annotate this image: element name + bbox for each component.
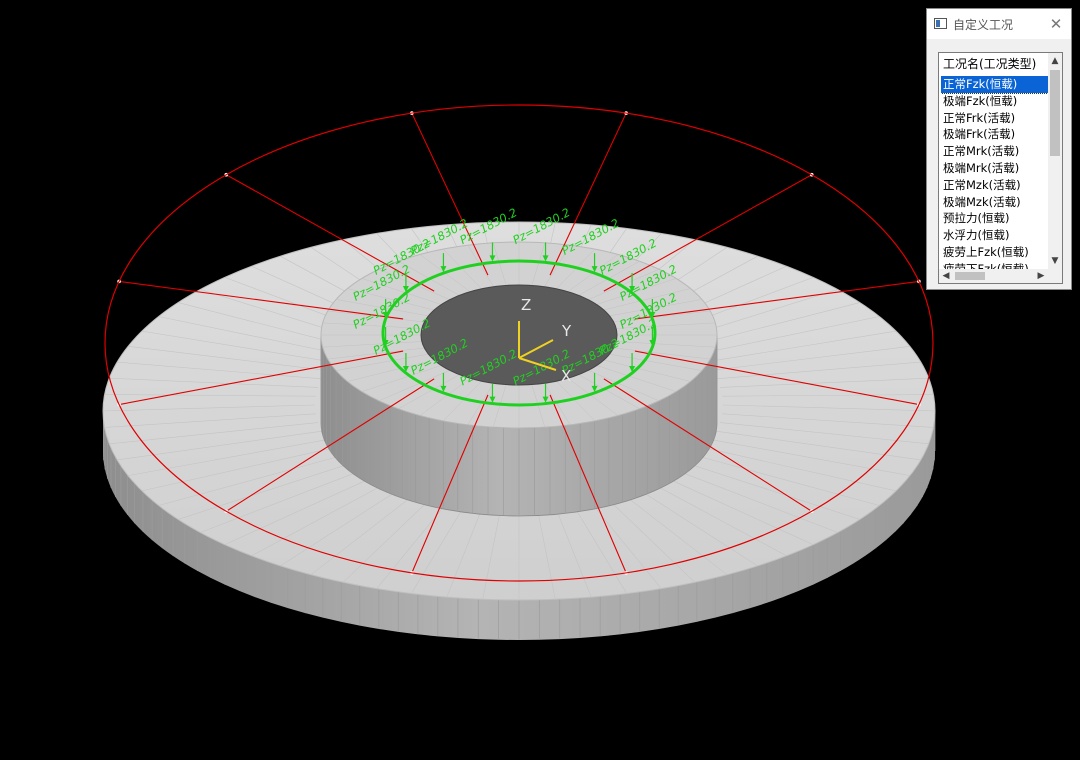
list-item[interactable]: 极端Mzk(活载): [941, 194, 1048, 211]
custom-load-case-dialog: 自定义工况 ✕ 工况名(工况类型) 正常Fzk(恒载) 极端Fzk(恒载) 正常Fr…: [926, 8, 1072, 290]
list-item[interactable]: 正常Frk(活载): [941, 110, 1048, 127]
arrow-left-icon[interactable]: ◀: [939, 269, 953, 283]
dialog-title-bar[interactable]: 自定义工况 ✕: [927, 9, 1071, 39]
list-item[interactable]: 正常Fzk(恒载): [941, 76, 1048, 94]
list-item[interactable]: 疲劳上Fzk(恒载): [941, 244, 1048, 261]
axis-z-label: Z: [521, 296, 531, 314]
arrow-down-icon[interactable]: ▼: [1048, 253, 1062, 269]
list-item[interactable]: 正常Mzk(活载): [941, 177, 1048, 194]
list-item[interactable]: 极端Mrk(活载): [941, 160, 1048, 177]
scrollbar-corner: [1048, 269, 1062, 283]
list-column-header[interactable]: 工况名(工况类型): [939, 53, 1048, 75]
axis-y-label: Y: [561, 322, 572, 340]
foundation-model-canvas[interactable]: Pz=1830.2Pz=1830.2Pz=1830.2Pz=1830.2Pz=1…: [0, 0, 1080, 760]
arrow-up-icon[interactable]: ▲: [1048, 53, 1062, 69]
dialog-title: 自定义工况: [953, 18, 1014, 32]
vertical-scroll-thumb[interactable]: [1050, 70, 1060, 156]
horizontal-scrollbar[interactable]: ◀ ▶: [939, 269, 1048, 283]
window-icon: [934, 18, 947, 29]
horizontal-scroll-thumb[interactable]: [955, 272, 985, 280]
vertical-scrollbar[interactable]: ▲ ▼: [1048, 53, 1062, 269]
arrow-right-icon[interactable]: ▶: [1034, 269, 1048, 283]
list-items-container: 正常Fzk(恒载) 极端Fzk(恒载) 正常Frk(活载) 极端Frk(活载) 正常Mr…: [941, 76, 1048, 271]
3d-viewport[interactable]: Pz=1830.2 Pz=1830.2 Pz=1830.2 Pz=1830.2 Pz=1…: [0, 0, 1080, 760]
list-item[interactable]: 极端Frk(活载): [941, 126, 1048, 143]
list-item[interactable]: 水浮力(恒载): [941, 227, 1048, 244]
list-item[interactable]: 极端Fzk(恒载): [941, 93, 1048, 110]
list-item[interactable]: 正常Mrk(活载): [941, 143, 1048, 160]
close-icon[interactable]: ✕: [1045, 13, 1067, 35]
list-item[interactable]: 预拉力(恒载): [941, 210, 1048, 227]
axis-x-label: X: [561, 367, 571, 385]
load-case-list[interactable]: 工况名(工况类型) 正常Fzk(恒载) 极端Fzk(恒载) 正常Frk(活载) 极端F…: [938, 52, 1063, 284]
